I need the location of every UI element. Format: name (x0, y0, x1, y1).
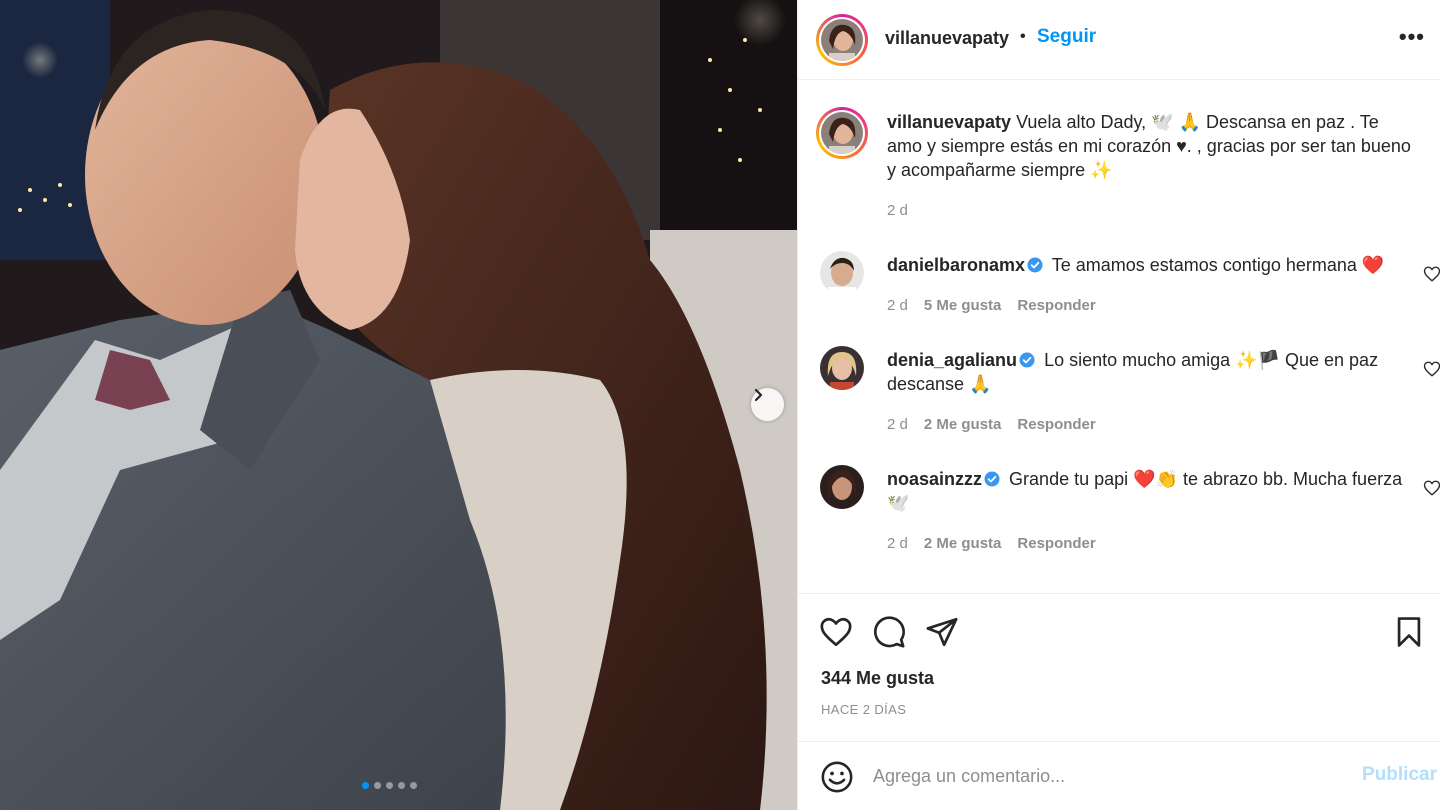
like-icon[interactable] (819, 615, 853, 649)
avatar-image (820, 465, 864, 509)
post-timestamp[interactable]: HACE 2 DÍAS (821, 702, 906, 717)
follow-button[interactable]: Seguir (1037, 26, 1096, 48)
comments-list[interactable]: villanuevapaty Vuela alto Dady, 🕊️ 🙏 Des… (798, 81, 1440, 592)
likes-count[interactable]: 344 Me gusta (821, 668, 934, 689)
post-photo[interactable] (0, 0, 797, 810)
comment-body: denia_agalianu Lo siento mucho amiga ✨🏴 … (887, 348, 1412, 396)
comment-likes[interactable]: 2 Me gusta (924, 535, 1002, 552)
post-actions: 344 Me gusta HACE 2 DÍAS (798, 593, 1440, 741)
caption-time[interactable]: 2 d (887, 202, 908, 219)
carousel-dot (386, 782, 393, 789)
separator-dot: • (1020, 28, 1026, 45)
avatar-image (821, 112, 863, 154)
avatar-image (821, 19, 863, 61)
commenter-avatar[interactable] (820, 251, 864, 295)
carousel-dot (374, 782, 381, 789)
comment-meta: 2 d 2 Me gusta Responder (887, 416, 1096, 433)
comment-likes[interactable]: 5 Me gusta (924, 297, 1002, 314)
commenter-username[interactable]: denia_agalianu (887, 350, 1017, 370)
comment-body: danielbaronamx Te amamos estamos contigo… (887, 253, 1412, 277)
author-avatar[interactable] (816, 14, 868, 66)
commenter-avatar[interactable] (820, 465, 864, 509)
comment-time[interactable]: 2 d (887, 535, 908, 552)
avatar-image (820, 346, 864, 390)
next-arrow-icon (754, 388, 763, 402)
comment-time[interactable]: 2 d (887, 297, 908, 314)
post-details-panel: villanuevapaty • Seguir ••• villanuevapa… (797, 0, 1440, 810)
comment-text: Te amamos estamos contigo hermana ❤️ (1051, 255, 1385, 275)
heart-icon[interactable] (1423, 265, 1440, 283)
heart-icon[interactable] (1423, 360, 1440, 378)
add-comment-bar: Publicar (798, 741, 1440, 810)
verified-badge-icon (1027, 257, 1043, 273)
commenter-username[interactable]: noasainzzz (887, 469, 982, 489)
commenter-avatar[interactable] (820, 346, 864, 390)
author-username[interactable]: villanuevapaty (885, 28, 1009, 49)
more-icon[interactable]: ••• (1399, 26, 1425, 48)
carousel-indicator (362, 782, 417, 789)
verified-badge-icon (1019, 352, 1035, 368)
carousel-dot (362, 782, 369, 789)
photo-illustration (0, 0, 797, 810)
commenter-username[interactable]: danielbaronamx (887, 255, 1025, 275)
carousel-dot (398, 782, 405, 789)
publish-button[interactable]: Publicar (1362, 764, 1437, 786)
heart-icon[interactable] (1423, 479, 1440, 497)
comment-meta: 2 d 2 Me gusta Responder (887, 535, 1096, 552)
comment-likes[interactable]: 2 Me gusta (924, 416, 1002, 433)
comment-time[interactable]: 2 d (887, 416, 908, 433)
carousel-dot (410, 782, 417, 789)
reply-button[interactable]: Responder (1017, 297, 1095, 314)
share-icon[interactable] (925, 615, 959, 649)
caption-username[interactable]: villanuevapaty (887, 112, 1011, 132)
comment-icon[interactable] (872, 615, 906, 649)
reply-button[interactable]: Responder (1017, 416, 1095, 433)
emoji-icon[interactable] (820, 760, 854, 794)
caption-avatar[interactable] (816, 107, 868, 159)
comment-meta: 2 d 5 Me gusta Responder (887, 297, 1096, 314)
next-photo-button[interactable] (751, 388, 784, 421)
verified-badge-icon (984, 471, 1000, 487)
comment-body: noasainzzz Grande tu papi ❤️👏 te abrazo … (887, 467, 1412, 515)
save-icon[interactable] (1392, 615, 1426, 649)
comment-input[interactable] (873, 762, 1343, 790)
post-header: villanuevapaty • Seguir ••• (798, 0, 1440, 80)
avatar-image (820, 251, 864, 295)
reply-button[interactable]: Responder (1017, 535, 1095, 552)
caption-body: villanuevapaty Vuela alto Dady, 🕊️ 🙏 Des… (887, 110, 1412, 182)
caption-meta: 2 d (887, 202, 908, 219)
